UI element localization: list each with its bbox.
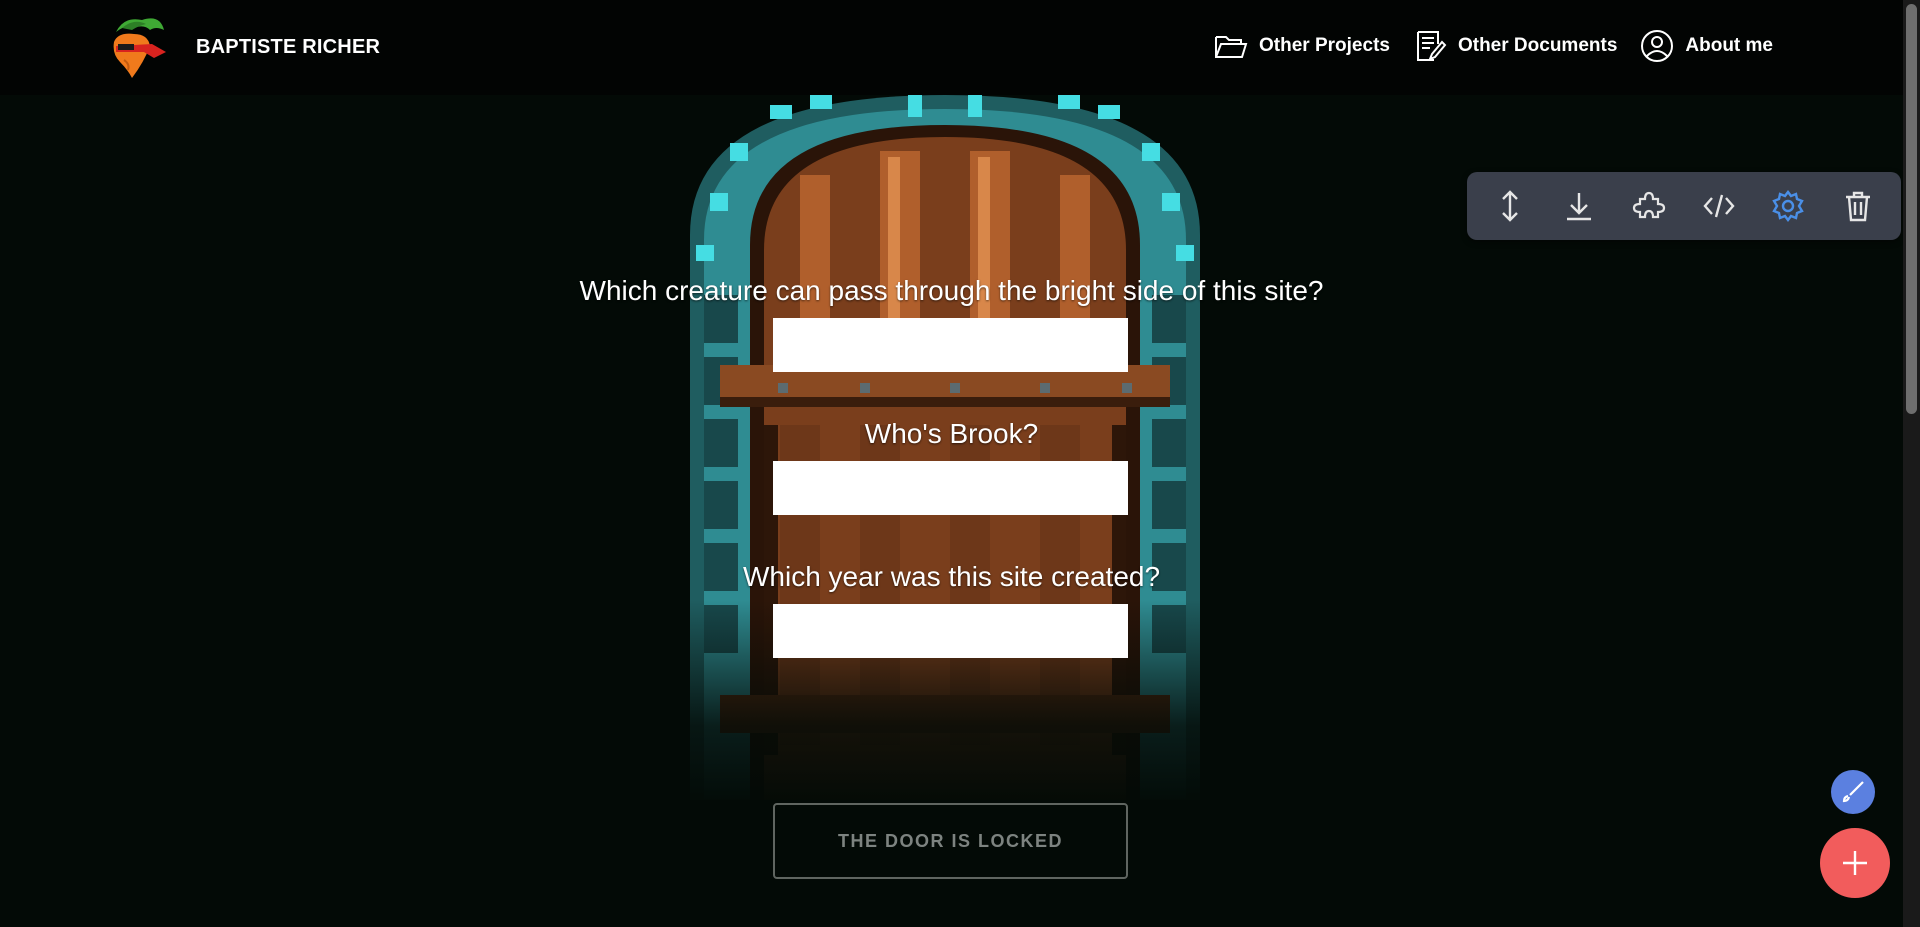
question-3-label: Which year was this site created? — [742, 561, 1161, 592]
top-navbar: BAPTISTE RICHER Other Projects Other Doc… — [0, 0, 1903, 95]
question-2-label: Who's Brook? — [864, 418, 1039, 449]
page-scrollbar[interactable] — [1903, 0, 1920, 927]
folder-icon — [1215, 36, 1248, 58]
plus-icon — [1843, 851, 1867, 875]
extension-button[interactable] — [1628, 185, 1670, 227]
nav-other-documents[interactable]: Other Documents — [1412, 28, 1617, 64]
gear-icon — [1772, 190, 1805, 222]
question-2-answer-input[interactable] — [773, 461, 1128, 515]
scrollbar-thumb[interactable] — [1906, 4, 1917, 414]
code-button[interactable] — [1698, 185, 1740, 227]
question-1-answer-input[interactable] — [773, 318, 1128, 372]
settings-button[interactable] — [1767, 185, 1809, 227]
nav-other-documents-label: Other Documents — [1457, 35, 1618, 56]
nav-about-me-label: About me — [1685, 35, 1773, 56]
door-locked-button[interactable]: THE DOOR IS LOCKED — [773, 803, 1128, 879]
trash-icon — [1846, 191, 1871, 222]
resize-vertical-button[interactable] — [1489, 185, 1531, 227]
download-icon — [1567, 193, 1592, 221]
floating-toolbar — [1467, 172, 1901, 240]
document-edit-icon — [1416, 31, 1447, 61]
delete-button[interactable] — [1837, 185, 1879, 227]
brand[interactable]: BAPTISTE RICHER — [104, 12, 380, 82]
nav-links: Other Projects Other Documents About me — [1191, 28, 1773, 64]
nav-other-projects[interactable]: Other Projects — [1213, 28, 1390, 64]
puzzle-icon — [1633, 191, 1666, 219]
code-icon — [1703, 194, 1735, 218]
question-3-answer-input[interactable] — [773, 604, 1128, 658]
question-1-label: Which creature can pass through the brig… — [579, 275, 1324, 306]
nav-about-me[interactable]: About me — [1639, 28, 1773, 64]
edit-fab-button[interactable] — [1831, 770, 1875, 814]
brand-name: BAPTISTE RICHER — [196, 35, 381, 58]
brush-icon — [1842, 781, 1864, 803]
add-fab-button[interactable] — [1820, 828, 1890, 898]
resize-vertical-icon — [1501, 190, 1518, 222]
nav-other-projects-label: Other Projects — [1259, 35, 1390, 56]
download-button[interactable] — [1558, 185, 1600, 227]
carrot-logo-icon — [113, 18, 166, 78]
user-circle-icon — [1641, 30, 1674, 62]
